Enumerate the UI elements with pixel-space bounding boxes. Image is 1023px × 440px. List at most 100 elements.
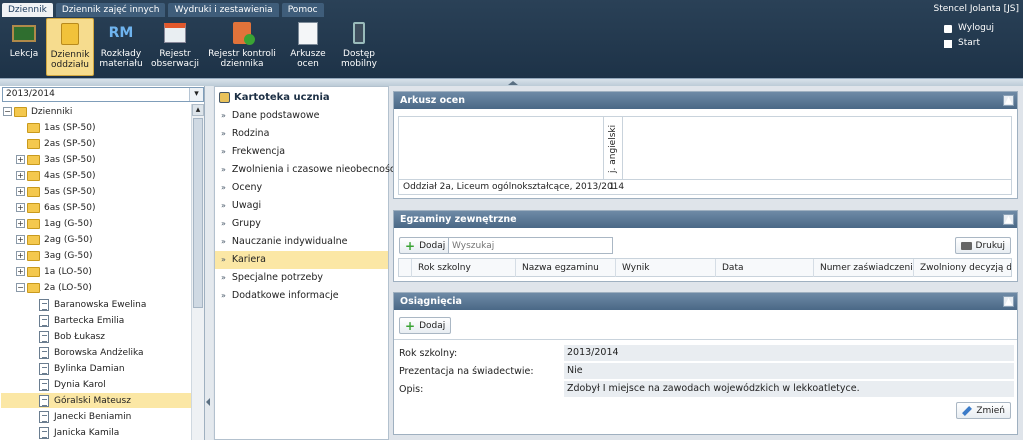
student-icon [39,426,49,439]
field-value: Zdobył I miejsce na zawodach wojewódzkic… [564,381,1014,397]
expand-icon[interactable]: + [16,251,25,260]
tab-pomoc[interactable]: Pomoc [281,3,324,17]
change-button[interactable]: Zmień [956,402,1011,419]
tree-class[interactable]: +5as (SP-50) [16,184,191,199]
collapse-icon[interactable]: − [3,107,12,116]
tree-class[interactable]: +1ag (G-50) [16,216,191,231]
class-tree-panel: 2013/2014 ▾ − Dzienniki 1as (SP-50) 2as (S… [0,86,205,440]
tree-student[interactable]: Baranowska Ewelina [39,297,191,312]
menu-item[interactable]: » Dane podstawowe [215,107,388,125]
add-achievement-button[interactable]: + Dodaj [399,317,452,334]
external-exams-panel: Egzaminy zewnętrzne▲ +Dodaj Drukuj Rok s… [393,210,1018,282]
open-folder-icon [14,106,27,117]
left-panel-splitter[interactable] [205,86,213,440]
collapse-icon[interactable]: − [16,283,25,292]
grade-sheet-panel: Arkusz ocen ▲ j. angielski Oddział 2a, Li… [393,91,1018,199]
expand-icon[interactable]: + [16,267,25,276]
tree-student[interactable]: Bob Łukasz [39,329,191,344]
menu-item[interactable]: » Frekwencja [215,143,388,161]
folder-icon [27,170,40,181]
tree-student[interactable]: Bylinka Damian [39,361,191,376]
menu-item-selected[interactable]: » Kariera [215,251,388,269]
collapse-left-icon[interactable] [206,398,210,406]
print-button[interactable]: Drukuj [954,237,1011,254]
tab-wydruki[interactable]: Wydruki i zestawienia [168,3,279,17]
tree-class[interactable]: +1a (LO-50) [16,264,191,279]
chevron-right-icon: » [221,273,226,282]
chevron-down-icon[interactable]: ▾ [189,88,203,101]
tree-class[interactable]: +3ag (G-50) [16,248,191,263]
tab-dziennik[interactable]: Dziennik [2,3,53,17]
tree-class[interactable]: +6as (SP-50) [16,200,191,215]
control-register-icon [229,21,255,45]
col-zwolniony[interactable]: Zwolniony decyzją dyrek [913,259,1011,277]
tree-class[interactable]: +2ag (G-50) [16,232,191,247]
toolbar-rejestr-obserwacji-button[interactable]: Rejestr obserwacji [148,18,202,76]
pencil-icon [962,405,973,416]
tree-class[interactable]: +4as (SP-50) [16,168,191,183]
menu-item[interactable]: » Uwagi [215,197,388,215]
collapse-panel-icon[interactable]: ▲ [1003,95,1014,106]
menu-tabs: Dziennik Dziennik zajęć innych Wydruki i… [2,3,324,17]
toolbar-rejestr-kontroli-button[interactable]: Rejestr kontroli dziennika [202,18,282,76]
student-icon [39,314,49,327]
toolbar-dostep-mobilny-button[interactable]: Dostęp mobilny [334,18,384,76]
observation-register-icon [162,21,188,45]
session-links: Wyloguj Start [944,21,994,51]
tree-student[interactable]: Janecki Beniamin [39,409,191,424]
collapse-panel-icon[interactable]: ▲ [1003,214,1014,225]
tree-root[interactable]: − Dzienniki [3,104,191,119]
menu-item[interactable]: » Specjalne potrzeby [215,269,388,287]
toolbar-lekcja-button[interactable]: Lekcja [2,18,46,76]
tree-class-expanded[interactable]: −2a (LO-50) [16,280,191,295]
chevron-right-icon: » [221,291,226,300]
tree-student[interactable]: Bartecka Emilia [39,313,191,328]
col-numer-zaswiadczenia[interactable]: Numer zaświadczenia [813,259,913,277]
tree-student-selected[interactable]: Góralski Mateusz [1,393,191,408]
scroll-thumb[interactable] [193,118,203,308]
tree-student[interactable]: Janicka Kamila [39,425,191,440]
menu-item[interactable]: » Grupy [215,215,388,233]
search-input[interactable] [448,237,613,254]
folder-icon [27,234,40,245]
toolbar-collapse-bar[interactable] [0,78,1023,86]
logout-link[interactable]: Wyloguj [944,21,994,36]
exams-table-header: Rok szkolny Nazwa egzaminu Wynik Data Nu… [398,258,1012,277]
menu-item[interactable]: » Oceny [215,179,388,197]
col-nazwa-egzaminu[interactable]: Nazwa egzaminu [515,259,615,277]
start-link[interactable]: Start [944,36,994,51]
toolbar-arkusze-ocen-button[interactable]: Arkusze ocen [282,18,334,76]
tree-class[interactable]: +3as (SP-50) [16,152,191,167]
scroll-up-icon[interactable]: ▴ [192,104,204,116]
tree-scrollbar[interactable]: ▴ [191,104,204,440]
col-data[interactable]: Data [715,259,813,277]
expand-icon[interactable]: + [16,171,25,180]
student-icon [39,346,49,359]
grade-sheet-row: Oddział 2a, Liceum ogólnokształcące, 201… [399,179,1011,194]
expand-icon[interactable]: + [16,187,25,196]
student-icon [39,362,49,375]
menu-item[interactable]: » Zwolnienia i czasowe nieobecności [215,161,398,179]
menu-item[interactable]: » Rodzina [215,125,388,143]
add-exam-button[interactable]: + Dodaj [399,237,452,254]
main-toolbar: Lekcja Dziennik oddziału RM Rozkłady mater… [2,18,384,76]
tree-student[interactable]: Dynia Karol [39,377,191,392]
tree-class[interactable]: 1as (SP-50) [27,120,191,135]
folder-icon [27,266,40,277]
expand-icon[interactable]: + [16,203,25,212]
menu-item[interactable]: » Nauczanie indywidualne [215,233,388,251]
toolbar-rozklady-button[interactable]: RM Rozkłady materiału [94,18,148,76]
tree-class[interactable]: 2as (SP-50) [27,136,191,151]
tab-dziennik-zajec-innych[interactable]: Dziennik zajęć innych [55,3,166,17]
student-card-menu: Kartoteka ucznia » Dane podstawowe » Rodzi… [214,86,398,440]
collapse-panel-icon[interactable]: ▲ [1003,296,1014,307]
expand-icon[interactable]: + [16,235,25,244]
col-rok-szkolny[interactable]: Rok szkolny [411,259,515,277]
col-wynik[interactable]: Wynik [615,259,715,277]
menu-item[interactable]: » Dodatkowe informacje [215,287,388,305]
expand-icon[interactable]: + [16,155,25,164]
school-year-select[interactable]: 2013/2014 ▾ [2,87,204,102]
toolbar-dziennik-oddzialu-button[interactable]: Dziennik oddziału [46,18,94,76]
expand-icon[interactable]: + [16,219,25,228]
tree-student[interactable]: Borowska Andżelika [39,345,191,360]
